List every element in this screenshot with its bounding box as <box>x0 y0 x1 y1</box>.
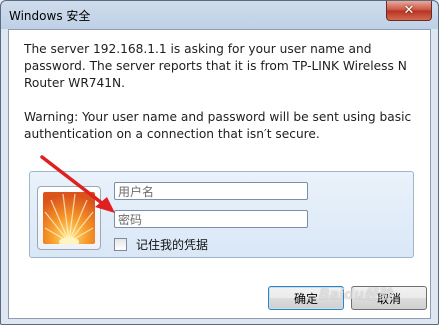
remember-label: 记住我的凭据 <box>136 238 209 252</box>
login-dialog: Windows 安全 ✕ The server 192.168.1.1 is a… <box>0 0 439 325</box>
close-button[interactable]: ✕ <box>386 1 432 21</box>
warning-message: Warning: Your user name and password wil… <box>24 110 412 141</box>
username-field[interactable]: 用户名 <box>114 182 308 200</box>
title-bar[interactable]: Windows 安全 ✕ <box>1 1 438 29</box>
close-icon: ✕ <box>403 3 415 18</box>
dialog-content: The server 192.168.1.1 is asking for you… <box>8 29 431 319</box>
cancel-button[interactable]: 取消 <box>351 286 427 310</box>
username-placeholder: 用户名 <box>118 185 155 199</box>
ok-button[interactable]: 确定 <box>268 286 344 310</box>
avatar <box>37 186 101 250</box>
window-title: Windows 安全 <box>9 9 91 23</box>
remember-credentials-row[interactable]: 记住我的凭据 <box>114 236 208 253</box>
password-field[interactable]: 密码 <box>114 210 308 228</box>
server-message: The server 192.168.1.1 is asking for you… <box>24 42 407 90</box>
flower-avatar-icon <box>43 192 95 244</box>
remember-checkbox[interactable] <box>114 238 127 251</box>
password-placeholder: 密码 <box>118 213 143 227</box>
credential-panel: 用户名 密码 记住我的凭据 <box>29 171 414 258</box>
